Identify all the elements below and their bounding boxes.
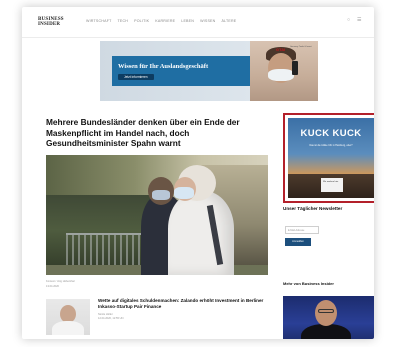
newsletter-email-field[interactable]: E-Mail-Adresse xyxy=(285,226,319,234)
more-person-glasses xyxy=(318,309,334,313)
nav-item-wirtschaft[interactable]: Wirtschaft xyxy=(86,19,112,23)
article-hero-image[interactable] xyxy=(46,155,268,275)
sidebar-ad-box-text: Wir werben hier xyxy=(323,181,339,183)
banner-title: Wissen für Ihr Auslandsgeschäft xyxy=(118,63,209,70)
site-header: BUSINESS INSIDER Wirtschaft Tech Politik… xyxy=(22,7,374,38)
photo-phone xyxy=(292,61,298,75)
header-icons: ○ ☰ xyxy=(347,18,362,23)
banner-button[interactable]: Jetzt informieren xyxy=(118,74,154,80)
banner-brand-sub: Germany Trade & Invest xyxy=(290,46,312,48)
banner-panel xyxy=(112,56,252,86)
banner-brand-logo: GTAI xyxy=(276,47,286,52)
nav-item-politik[interactable]: Politik xyxy=(134,19,149,23)
sidebar-ad[interactable]: KUCK KUCK Das ist die tollste Uhr in Ham… xyxy=(283,113,374,203)
sidebar-ad-image: KUCK KUCK Das ist die tollste Uhr in Ham… xyxy=(288,118,374,198)
image-credit: Kontext / Jörg Hübenthal xyxy=(46,280,75,283)
photo-mask xyxy=(268,69,294,81)
related-article-date: 12.04.2020, 12:55 Uhr xyxy=(98,317,124,320)
page-frame: BUSINESS INSIDER Wirtschaft Tech Politik… xyxy=(22,7,374,339)
main-nav: Wirtschaft Tech Politik Karriere Leben W… xyxy=(86,19,236,23)
logo-line-2: INSIDER xyxy=(38,22,61,27)
newsletter-title: Unser Täglicher Newsletter xyxy=(283,206,343,211)
nav-item-leben[interactable]: Leben xyxy=(181,19,194,23)
related-article-thumbnail[interactable] xyxy=(46,299,90,335)
hero-person-2-mask xyxy=(174,187,194,199)
search-icon[interactable]: ○ xyxy=(347,18,352,23)
more-person-face xyxy=(315,300,337,326)
nav-item-karriere[interactable]: Karriere xyxy=(155,19,175,23)
hero-person-1-mask xyxy=(152,190,170,200)
site-logo[interactable]: BUSINESS INSIDER xyxy=(38,17,64,27)
more-section-title: Mehr von Business Insider xyxy=(283,281,334,286)
more-article-image[interactable] xyxy=(283,296,374,339)
thumbnail-person-body xyxy=(52,321,84,335)
sidebar-ad-headline: KUCK KUCK xyxy=(300,128,362,139)
nav-item-tech[interactable]: Tech xyxy=(118,19,129,23)
menu-icon[interactable]: ☰ xyxy=(357,18,362,23)
related-article-author: Nicole Hüller xyxy=(98,313,113,316)
article-headline[interactable]: Mehrere Bundesländer denken über ein End… xyxy=(46,117,268,149)
sidebar-ad-subline: Das ist die tollste Uhr in Hamburg, oder… xyxy=(309,144,353,147)
banner-ad[interactable]: Wissen für Ihr Auslandsgeschäft Jetzt in… xyxy=(100,41,318,101)
nav-item-aeltere[interactable]: Ältere xyxy=(221,19,236,23)
newsletter-subscribe-button[interactable]: Anmelden xyxy=(285,238,311,246)
article-date: 13.04.2020 xyxy=(46,285,59,288)
more-person-body xyxy=(301,324,351,339)
related-article-title[interactable]: Wette auf digitales Schuldenmachen: Zala… xyxy=(98,298,268,309)
nav-item-wissen[interactable]: Wissen xyxy=(200,19,215,23)
hero-person-2 xyxy=(168,191,234,275)
